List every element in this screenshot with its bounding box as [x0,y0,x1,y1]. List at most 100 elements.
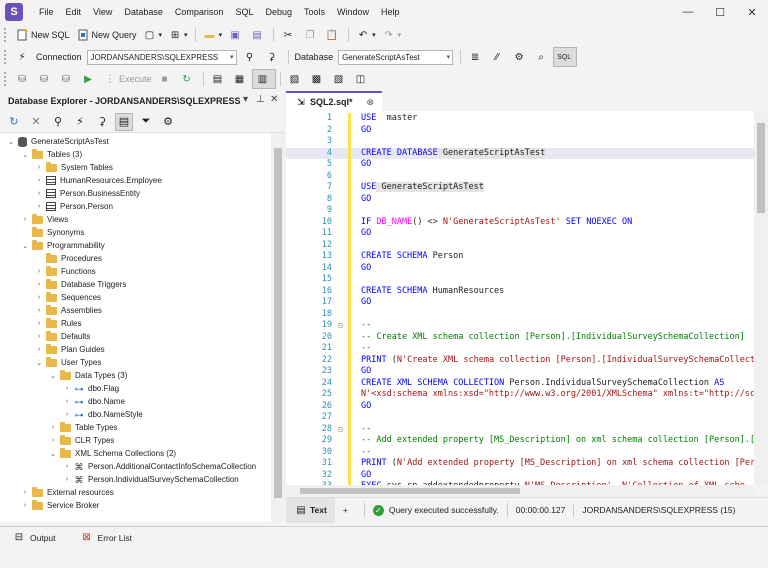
refresh-icon[interactable]: ↻ [5,113,23,131]
code-line[interactable]: 26 GO [286,400,768,412]
layout-button[interactable]: ▧ [329,69,351,89]
code-line[interactable]: 15 [286,274,768,286]
tree-node[interactable]: ⌄ Data Types (3) [48,369,127,382]
code-line[interactable]: 8 GO [286,193,768,205]
menu-comparison[interactable]: Comparison [169,0,230,24]
close-tab-icon[interactable]: ⊗ [367,97,375,108]
save-all-button[interactable]: ▤ [247,25,269,45]
options-button[interactable]: ⚙ [509,47,531,67]
cut-button[interactable]: ✂ [278,25,300,45]
code-line[interactable]: 20 -- Create XML schema collection [Perso… [286,331,768,343]
tree-node[interactable]: › ⊶ dbo.Flag [62,382,119,395]
tree-node[interactable]: › Service Broker [20,499,99,512]
menu-window[interactable]: Window [331,0,375,24]
text-mode-button[interactable]: ▥ [251,69,276,89]
chevron-down-icon[interactable]: ⌄ [20,151,30,159]
code-line[interactable]: 23 GO [286,366,768,378]
tree-node[interactable]: › ⊶ dbo.NameStyle [62,408,143,421]
save-button[interactable]: ▣ [225,25,247,45]
chevron-down-icon[interactable]: ⌄ [48,450,58,458]
code-line[interactable]: 7 USE GenerateScriptAsTest [286,182,768,194]
chevron-right-icon[interactable]: › [48,424,58,431]
compare-button[interactable]: ◫ [351,69,373,89]
scrollbar-thumb[interactable] [757,123,765,213]
tree-node[interactable]: › Assemblies [34,304,102,317]
sql-mode-button[interactable]: SQL [553,47,578,67]
code-line[interactable]: 27 [286,412,768,424]
redo-button[interactable]: ↷ ▾ [379,25,405,45]
menu-view[interactable]: View [87,0,118,24]
code-line[interactable]: 12 [286,239,768,251]
connection-select[interactable]: JORDANSANDERS\SQLEXPRESS ▾ [86,49,237,65]
chevron-down-icon[interactable]: ⌄ [20,242,30,250]
maximize-button[interactable]: ☐ [704,0,736,24]
chevron-right-icon[interactable]: › [62,463,72,470]
tree-node[interactable]: › External resources [20,486,114,499]
code-line[interactable]: 21 -- [286,343,768,355]
chevron-down-icon[interactable]: ⌄ [6,138,16,146]
menu-sql[interactable]: SQL [229,0,259,24]
connect-icon[interactable]: ⚡ [71,113,89,131]
tree-node[interactable]: › CLR Types [48,434,114,447]
error-list-tab[interactable]: ⊠ Error List [80,531,132,545]
tree-node[interactable]: › ⌘ Person.IndividualSurveySchemaCollectio… [62,473,239,486]
code-line[interactable]: 14 GO [286,262,768,274]
code-line[interactable]: 18 [286,308,768,320]
export-button[interactable]: ▨ [285,69,307,89]
code-line[interactable]: 5 GO [286,159,768,171]
tree-node[interactable]: › Database Triggers [34,278,126,291]
tree-node[interactable]: ⌄ Tables (3) [20,148,82,161]
menu-database[interactable]: Database [118,0,169,24]
close-window-button[interactable]: ✕ [736,0,768,24]
disconnect-icon[interactable]: ⚳ [93,113,111,131]
tree-node[interactable]: ⌄ XML Schema Collections (2) [48,447,176,460]
code-line[interactable]: 6 [286,170,768,182]
editor-vertical-scrollbar[interactable] [754,111,768,485]
paste-button[interactable]: 📋 [322,25,344,45]
run-button[interactable]: ▶ [78,69,100,89]
editor-horizontal-scrollbar[interactable] [286,485,754,497]
find-button[interactable]: ⌕ [531,47,553,67]
filter-icon[interactable]: ⏷ [137,113,155,131]
chevron-right-icon[interactable]: › [34,177,44,184]
delete-icon[interactable]: ✕ [27,113,45,131]
tree-node[interactable]: › Table Types [48,421,118,434]
pin-icon[interactable]: ⊥ [256,94,265,105]
disconnect-button[interactable]: ⚳ [262,47,284,67]
properties-icon[interactable]: ▤ [115,112,133,131]
code-line[interactable]: 31 PRINT (N'Add extended property [MS_Des… [286,458,768,470]
menu-file[interactable]: File [33,0,60,24]
image-button[interactable]: ▩ [307,69,329,89]
chevron-right-icon[interactable]: › [34,268,44,275]
chevron-right-icon[interactable]: › [62,411,72,418]
settings-icon[interactable]: ⚙ [159,113,177,131]
connect-button[interactable]: ⚡ [12,47,34,67]
new-query-button[interactable]: New Query [73,25,140,45]
menu-tools[interactable]: Tools [298,0,331,24]
tree-scrollbar[interactable] [271,133,285,522]
db-sync-button[interactable]: ⛁ [56,69,78,89]
tree-node[interactable]: › Functions [34,265,96,278]
fold-icon[interactable]: ⊟ [338,424,346,436]
tab-sql2[interactable]: ⇲ SQL2.sql* ⊗ [286,91,383,111]
tree-node[interactable]: ⌄ User Types [34,356,101,369]
comment-button[interactable]: ⁄⁄ [487,47,509,67]
code-line[interactable]: 13 CREATE SCHEMA Person [286,251,768,263]
stop-button[interactable]: ■ [155,69,177,89]
code-line[interactable]: 11 GO [286,228,768,240]
close-icon[interactable]: ✕ [270,94,278,105]
code-line[interactable]: 2 GO [286,124,768,136]
tree-node[interactable]: › Views [20,213,68,226]
tree-node[interactable]: Procedures [34,252,102,265]
open-folder-button[interactable]: ▬ ▾ [200,25,226,45]
tree-node[interactable]: › Person.BusinessEntity [34,187,140,200]
code-line[interactable]: 16 CREATE SCHEMA HumanResources [286,285,768,297]
chevron-right-icon[interactable]: › [34,333,44,340]
chevron-right-icon[interactable]: › [34,320,44,327]
code-line[interactable]: 32 GO [286,469,768,481]
toolbar-grip[interactable] [4,28,7,42]
code-line[interactable]: 10 IF DB_NAME() <> N'GenerateScriptAsTest… [286,216,768,228]
db-compare-button[interactable]: ⛁ [34,69,56,89]
chevron-right-icon[interactable]: › [34,346,44,353]
menu-help[interactable]: Help [375,0,406,24]
